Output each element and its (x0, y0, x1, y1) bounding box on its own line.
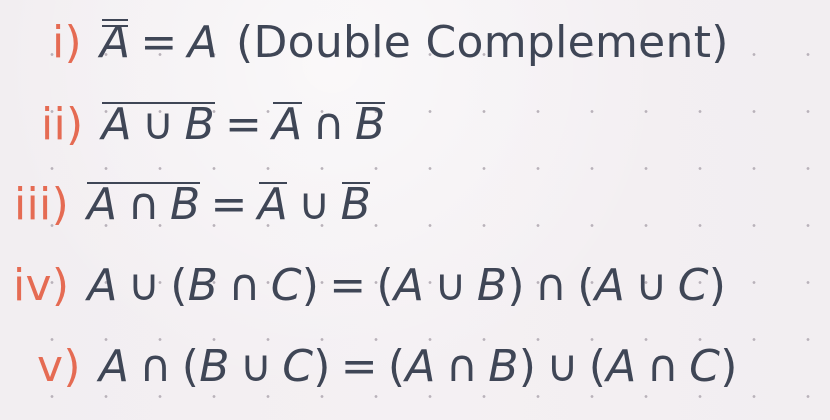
intersection-operator: ∩ (312, 98, 346, 150)
set-a: A (98, 340, 130, 392)
identity-expression: A ∩ ( B ∪ C ) = ( A ∩ B ) ∪ ( A ∩ C ) (99, 341, 738, 392)
identity-row-5: v) A ∩ ( B ∪ C ) = ( A ∩ B ) ∪ ( A ∩ C ) (37, 332, 738, 400)
open-parenthesis: ( (387, 340, 406, 392)
set-c: C (282, 340, 314, 392)
complement-union-group: A ∪ B (101, 98, 216, 150)
identity-row-4: iv) A ∪ ( B ∩ C ) = ( A ∪ B ) ∩ ( A ∪ C … (13, 251, 726, 319)
set-c: C (677, 259, 709, 311)
identity-expression: A ∪ ( B ∩ C ) = ( A ∪ B ) ∩ ( A ∪ C ) (87, 260, 726, 311)
set-b: B (169, 178, 201, 230)
equals-sign: = (329, 259, 367, 311)
set-a: A (594, 259, 626, 311)
complement-set-b: B (340, 178, 372, 230)
open-parenthesis: ( (170, 259, 188, 311)
close-parenthesis: ) (720, 340, 738, 392)
equals-sign: = (210, 178, 248, 230)
identity-row-2: ii) A ∪ B = A ∩ B (41, 90, 386, 158)
identity-row-1: i) A = A (Double Complement) (52, 8, 729, 76)
set-c: C (270, 259, 302, 311)
complement-set-a: A (257, 178, 289, 230)
intersection-operator: ∩ (139, 340, 172, 392)
complement-set-a: A (272, 98, 303, 150)
identity-expression: A ∪ B = A ∩ B (101, 98, 386, 150)
close-parenthesis: ) (518, 340, 537, 392)
set-a: A (393, 259, 425, 311)
set-a: A (405, 340, 436, 392)
set-b: B (199, 340, 230, 392)
identity-number: i) (52, 16, 82, 68)
union-operator: ∪ (298, 178, 331, 230)
intersection-operator: ∩ (534, 259, 568, 311)
open-parenthesis: ( (376, 259, 394, 311)
union-operator: ∪ (141, 98, 175, 150)
set-a: A (101, 98, 132, 150)
equals-sign: = (224, 98, 263, 150)
set-a: A (87, 178, 118, 230)
identity-row-3: iii) A ∩ B = A ∪ B (14, 170, 371, 238)
set-b: B (476, 259, 508, 311)
identity-expression: A ∩ B = A ∪ B (87, 179, 371, 230)
open-parenthesis: ( (577, 259, 595, 311)
intersection-operator: ∩ (127, 178, 160, 230)
intersection-operator: ∩ (228, 259, 261, 311)
set-a: A (87, 259, 118, 311)
union-operator: ∪ (635, 259, 668, 311)
complement-intersection-group: A ∩ B (87, 178, 201, 230)
close-parenthesis: ) (708, 259, 727, 311)
identity-expression: A = A (Double Complement) (100, 17, 729, 68)
set-b: B (184, 98, 215, 150)
equals-sign: = (340, 340, 378, 392)
identity-number: iii) (14, 178, 70, 230)
open-parenthesis: ( (181, 340, 200, 392)
identity-number: v) (37, 340, 81, 392)
set-b: B (488, 340, 519, 392)
complement-set-b: B (355, 98, 386, 150)
set-c: C (689, 340, 721, 392)
intersection-operator: ∩ (445, 340, 479, 392)
set-a: A (606, 340, 637, 392)
identity-number: iv) (13, 259, 70, 311)
intersection-operator: ∩ (646, 340, 680, 392)
set-b: B (187, 259, 219, 311)
union-operator: ∪ (434, 259, 467, 311)
identity-number: ii) (41, 98, 84, 150)
union-operator: ∪ (546, 340, 579, 392)
close-parenthesis: ) (507, 259, 525, 311)
open-parenthesis: ( (588, 340, 607, 392)
union-operator: ∪ (127, 259, 161, 311)
close-parenthesis: ) (301, 259, 320, 311)
close-parenthesis: ) (313, 340, 331, 392)
equals-sign: = (140, 16, 178, 68)
identity-description: (Double Complement) (235, 16, 729, 68)
union-operator: ∪ (239, 340, 273, 392)
double-complement-a: A (100, 16, 131, 68)
result-variable: A (187, 16, 218, 68)
